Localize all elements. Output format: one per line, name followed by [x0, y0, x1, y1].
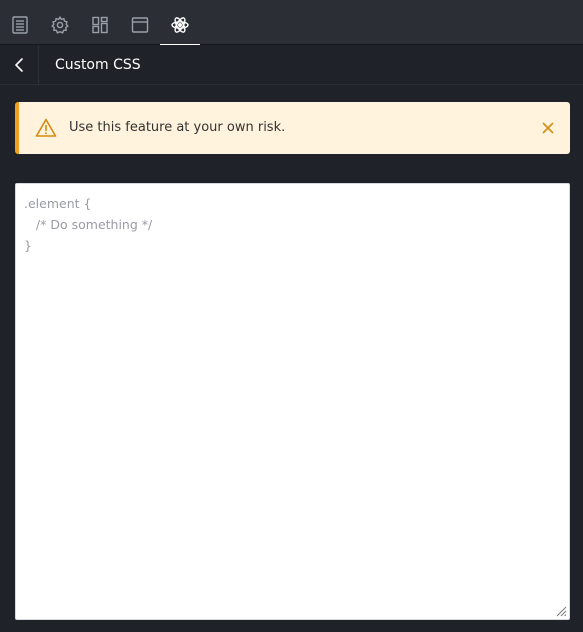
panel-header: Custom CSS: [0, 45, 583, 85]
page-title: Custom CSS: [55, 57, 141, 73]
tab-window[interactable]: [120, 5, 160, 45]
css-editor[interactable]: .element { /* Do something */ }: [15, 183, 570, 620]
editor-placeholder-line: }: [24, 238, 32, 253]
chevron-left-icon: [15, 58, 23, 72]
gear-icon: [51, 15, 69, 34]
editor-placeholder-line: .element {: [24, 196, 92, 211]
alert-message: Use this feature at your own risk.: [69, 120, 286, 135]
warning-icon: [35, 118, 57, 137]
atom-icon: [171, 17, 189, 33]
tab-advanced[interactable]: [160, 5, 200, 46]
back-button[interactable]: [0, 45, 39, 85]
tab-settings[interactable]: [40, 5, 80, 45]
window-icon: [131, 17, 149, 33]
resize-handle-icon[interactable]: [555, 605, 567, 617]
close-icon[interactable]: [540, 120, 556, 136]
tab-page[interactable]: [0, 5, 40, 45]
page-icon: [12, 16, 28, 34]
tab-bar: [0, 5, 583, 46]
warning-alert: Use this feature at your own risk.: [15, 102, 570, 154]
editor-placeholder-line: /* Do something */: [24, 217, 153, 232]
layout-icon: [92, 16, 108, 34]
tab-layout[interactable]: [80, 5, 120, 45]
